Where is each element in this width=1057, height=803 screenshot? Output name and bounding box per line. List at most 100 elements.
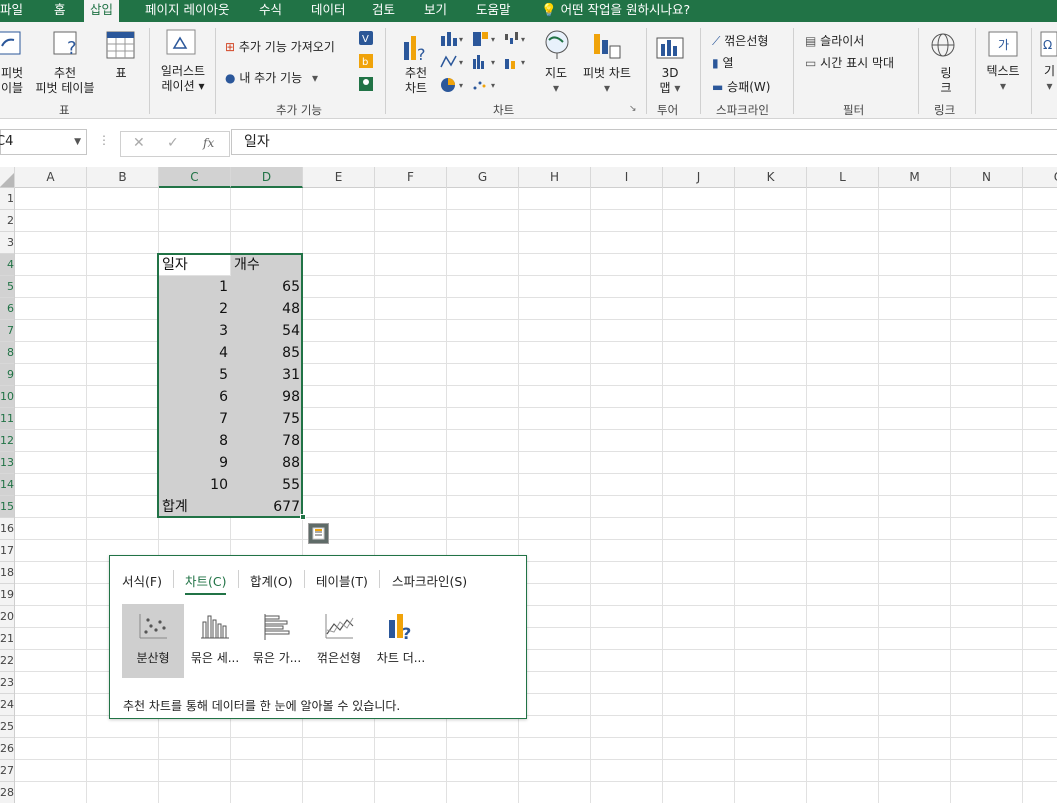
row-header[interactable]: 28 [0,782,14,803]
row-header[interactable]: 1 [0,188,14,210]
row-header[interactable]: 16 [0,518,14,540]
qa-tab-formatting[interactable]: 서식(F) [122,571,162,590]
tab-view[interactable]: 보기 [418,0,453,22]
tab-insert[interactable]: 삽입 [84,0,120,24]
row-header[interactable]: 5 [0,276,14,298]
cell-day[interactable]: 10 [159,474,231,496]
select-all-corner[interactable] [0,167,15,188]
column-header-d[interactable]: D [231,167,303,188]
line-chart-icon[interactable]: ▾ [440,53,466,74]
column-header-l[interactable]: L [807,167,879,188]
qa-tab-sparklines[interactable]: 스파크라인(S) [392,571,467,590]
qa-more-charts-button[interactable]: ? 차트 더... [370,604,432,678]
cell-day[interactable]: 1 [159,276,231,298]
name-box[interactable]: C4 ▼ [0,129,87,155]
enter-icon[interactable]: ✓ [167,135,179,151]
visio-icon[interactable]: V [358,30,374,49]
statistic-chart-icon[interactable]: ▾ [472,53,498,74]
link-button[interactable]: 링 크 [935,66,957,96]
cell-count[interactable]: 78 [231,430,303,452]
row-header[interactable]: 3 [0,232,14,254]
cell-d4-header[interactable]: 개수 [231,254,303,276]
cell-day[interactable]: 4 [159,342,231,364]
sparkline-line-button[interactable]: ⟋ 꺾은선형 [712,32,768,49]
bing-maps-icon[interactable]: b [358,53,374,72]
recommended-charts-button[interactable]: 추천 차트 [400,66,432,96]
my-addins-button[interactable]: ● 내 추가 기능 ▾ [225,69,318,86]
cell-c4-header[interactable]: 일자 [159,254,231,276]
cell-total-label[interactable]: 합계 [159,496,231,518]
table-icon[interactable] [106,30,136,63]
cell-day[interactable]: 3 [159,320,231,342]
map-chart-button[interactable]: 지도 ▾ [540,66,572,96]
table-button[interactable]: 표 [110,66,132,81]
qa-scatter-button[interactable]: 분산형 [122,604,184,678]
column-header-j[interactable]: J [663,167,735,188]
illustrations-icon[interactable] [166,28,198,61]
pivot-table-button[interactable]: 피벗 이블 [0,66,30,96]
column-header-n[interactable]: N [951,167,1023,188]
link-icon[interactable] [930,32,960,65]
text-button[interactable]: 텍스트 ▾ [983,64,1023,94]
fill-handle[interactable] [300,514,306,520]
qa-tab-totals[interactable]: 합계(O) [250,571,293,590]
column-header-c[interactable]: C [159,167,231,188]
row-header[interactable]: 14 [0,474,14,496]
pie-chart-icon[interactable]: ▾ [440,76,466,97]
row-header[interactable]: 8 [0,342,14,364]
tab-home[interactable]: 홈 [48,0,72,22]
column-header-g[interactable]: G [447,167,519,188]
column-header-f[interactable]: F [375,167,447,188]
qa-clustered-column-button[interactable]: 묶은 세... [184,604,246,678]
charts-dialog-launcher-icon[interactable]: ↘ [629,104,637,114]
tab-help[interactable]: 도움말 [470,0,517,22]
cell-count[interactable]: 48 [231,298,303,320]
people-graph-icon[interactable] [358,76,374,95]
column-header-a[interactable]: A [15,167,87,188]
pivot-table-icon[interactable] [0,28,24,61]
row-header[interactable]: 6 [0,298,14,320]
qa-tab-tables[interactable]: 테이블(T) [316,571,368,590]
get-addins-button[interactable]: ⊞ 추가 기능 가져오기 [225,38,335,55]
timeline-button[interactable]: ▭ 시간 표시 막대 [805,54,894,71]
cell-count[interactable]: 65 [231,276,303,298]
row-header[interactable]: 27 [0,760,14,782]
formula-input[interactable]: 일자 [231,129,1057,155]
sparkline-column-button[interactable]: ▮ 열 [712,54,733,71]
tab-formulas[interactable]: 수식 [253,0,288,22]
qa-line-button[interactable]: 꺾은선형 [308,604,370,678]
cell-count[interactable]: 88 [231,452,303,474]
tab-page-layout[interactable]: 페이지 레이아웃 [139,0,235,22]
qa-tab-charts[interactable]: 차트(C) [185,571,227,595]
cell-day[interactable]: 7 [159,408,231,430]
waterfall-chart-icon[interactable]: ▾ [504,30,530,51]
cell-count[interactable]: 85 [231,342,303,364]
column-header-k[interactable]: K [735,167,807,188]
pivot-chart-icon[interactable] [592,30,622,63]
row-header[interactable]: 19 [0,584,14,606]
sparkline-winloss-button[interactable]: ▬ 승패(W) [712,78,770,95]
tab-data[interactable]: 데이터 [305,0,352,22]
cell-day[interactable]: 5 [159,364,231,386]
cell-total-value[interactable]: 677 [231,496,303,518]
row-header[interactable]: 25 [0,716,14,738]
symbol-icon[interactable]: Ω [1040,30,1057,63]
row-header[interactable]: 20 [0,606,14,628]
cell-day[interactable]: 8 [159,430,231,452]
row-header[interactable]: 13 [0,452,14,474]
row-header[interactable]: 7 [0,320,14,342]
column-header-h[interactable]: H [519,167,591,188]
row-header[interactable]: 11 [0,408,14,430]
row-header[interactable]: 18 [0,562,14,584]
quick-analysis-button[interactable] [308,523,329,544]
column-header-e[interactable]: E [303,167,375,188]
tab-file[interactable]: 파일 [0,0,29,22]
text-icon[interactable]: 가 [988,30,1018,63]
row-header[interactable]: 23 [0,672,14,694]
cancel-icon[interactable]: ✕ [133,135,145,151]
column-header-o[interactable]: O [1023,167,1057,188]
qa-clustered-bar-button[interactable]: 묶은 가... [246,604,308,678]
tell-me-search[interactable]: 💡 어떤 작업을 원하시나요? [535,0,696,22]
3d-map-icon[interactable] [655,32,685,65]
tab-review[interactable]: 검토 [366,0,401,22]
